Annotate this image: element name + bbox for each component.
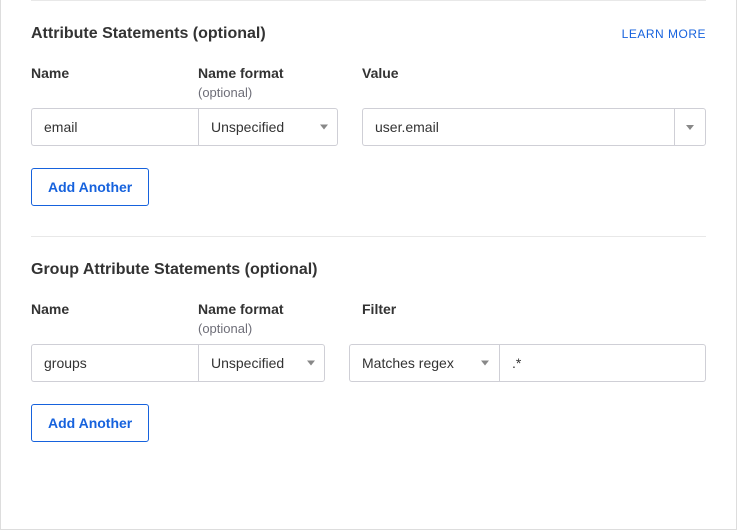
attr-name-input[interactable]: [31, 108, 198, 146]
attribute-statements-section: Attribute Statements (optional) LEARN MO…: [31, 1, 706, 206]
chevron-down-icon: [686, 125, 694, 130]
attr-format-label: Name format: [198, 65, 338, 81]
group-attribute-statements-section: Group Attribute Statements (optional) Na…: [31, 236, 706, 442]
attr-format-select[interactable]: Unspecified: [198, 108, 338, 146]
group-add-another-button[interactable]: Add Another: [31, 404, 149, 442]
group-filter-label: Filter: [362, 301, 706, 317]
attr-value-label: Value: [362, 65, 706, 81]
attr-value-input[interactable]: [362, 108, 674, 146]
attr-name-label: Name: [31, 65, 198, 81]
group-format-select[interactable]: Unspecified: [198, 344, 325, 382]
group-row: Unspecified Matches regex: [31, 344, 706, 382]
group-filter-type-select[interactable]: Matches regex: [349, 344, 499, 382]
group-format-sublabel: (optional): [198, 321, 338, 336]
group-name-label: Name: [31, 301, 198, 317]
group-filter-value-input[interactable]: [499, 344, 706, 382]
attribute-statements-title: Attribute Statements (optional): [31, 25, 266, 43]
attr-row: Unspecified: [31, 108, 706, 146]
learn-more-link[interactable]: LEARN MORE: [622, 27, 706, 41]
group-attribute-statements-title: Group Attribute Statements (optional): [31, 261, 318, 279]
attr-value-dropdown-button[interactable]: [674, 108, 706, 146]
attr-format-sublabel: (optional): [198, 85, 338, 100]
group-name-input[interactable]: [31, 344, 198, 382]
attr-add-another-button[interactable]: Add Another: [31, 168, 149, 206]
group-format-label: Name format: [198, 301, 338, 317]
